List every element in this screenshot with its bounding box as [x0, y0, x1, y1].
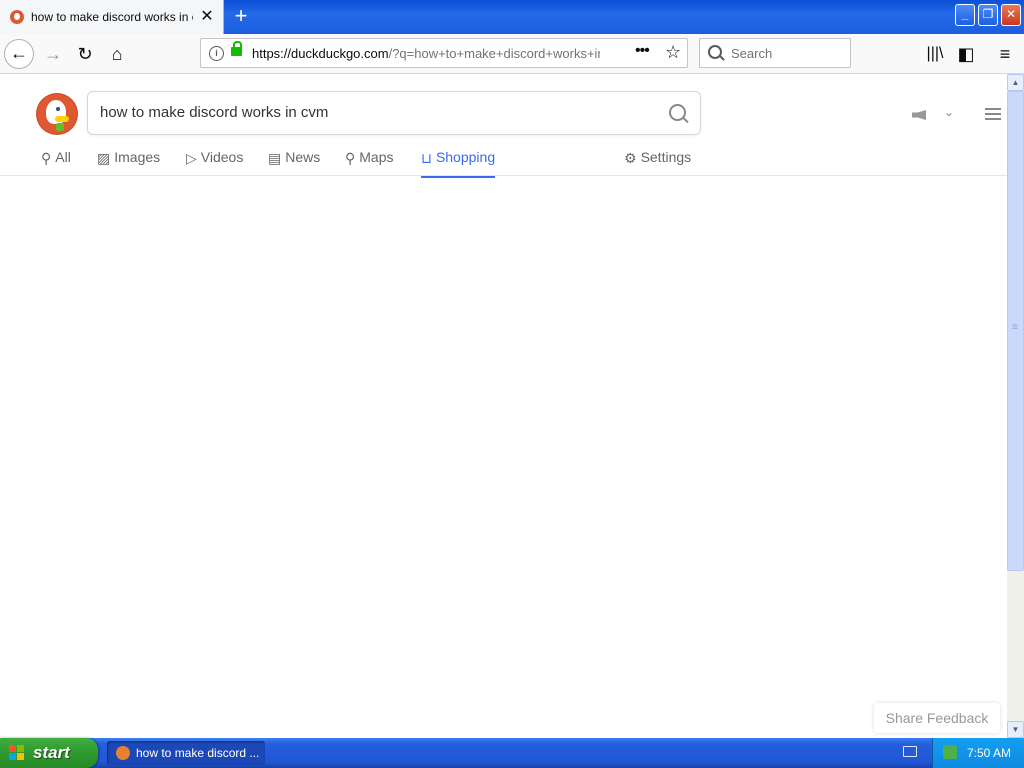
bookmark-star-icon[interactable]: ☆ [665, 42, 681, 63]
tab-news[interactable]: ▤ News [268, 149, 320, 177]
map-pin-icon: ⚲ [345, 151, 356, 167]
vertical-scrollbar[interactable]: ▲ ▼ [1007, 74, 1024, 738]
flag-yellow [17, 753, 24, 760]
tab-label: Maps [359, 149, 394, 165]
reload-button[interactable]: ↻ [70, 39, 100, 69]
page-menu-icon[interactable] [985, 108, 1001, 120]
duck-eye [56, 107, 60, 111]
search-query-text: how to make discord works in cvm [100, 104, 329, 121]
site-info-icon[interactable]: i [209, 46, 224, 61]
tab-label: All [55, 149, 71, 165]
windows-logo-icon [9, 745, 25, 761]
keyboard-icon[interactable] [903, 746, 917, 757]
navigation-toolbar: ← → ↻ ⌂ i https://duckduckgo.com/?q=how+… [0, 34, 1024, 74]
minimize-button[interactable]: _ [955, 4, 975, 26]
image-icon: ▨ [97, 151, 111, 167]
back-button[interactable]: ← [4, 39, 34, 69]
browser-tab[interactable]: how to make discord works in cvm ✕ [0, 0, 224, 34]
duckduckgo-favicon-icon [10, 10, 24, 24]
taskbar-item-label: how to make discord ... [136, 746, 260, 760]
home-button[interactable]: ⌂ [102, 39, 132, 69]
url-path: /?q=how+to+make+discord+works+in+cvm [388, 46, 600, 61]
tab-title: how to make discord works in cvm [31, 10, 193, 24]
tab-label: Videos [200, 149, 244, 165]
search-icon [708, 45, 722, 59]
secure-lock-icon[interactable] [231, 41, 242, 56]
play-icon: ▷ [186, 151, 197, 167]
network-icon[interactable] [943, 745, 957, 759]
start-button[interactable]: start [0, 738, 98, 768]
megaphone-shape [912, 110, 926, 120]
page-content: how to make discord works in cvm ⌄ ⚲ All … [0, 74, 1007, 738]
new-tab-button[interactable]: + [230, 5, 252, 27]
close-tab-icon[interactable]: ✕ [197, 7, 217, 27]
search-input[interactable]: how to make discord works in cvm [87, 91, 701, 135]
tab-images[interactable]: ▨ Images [97, 149, 160, 177]
scroll-thumb[interactable] [1007, 91, 1024, 571]
flag-red [9, 745, 16, 752]
flag-blue [9, 753, 16, 760]
search-submit-icon[interactable] [669, 104, 686, 121]
browser-title-bar: how to make discord works in cvm ✕ + _ ❐… [0, 0, 1024, 34]
browser-search-field[interactable]: Search [699, 38, 851, 68]
duck-beak [55, 116, 69, 122]
firefox-icon [116, 746, 130, 760]
page-actions-icon[interactable]: ••• [635, 42, 650, 60]
scroll-up-button[interactable]: ▲ [1007, 74, 1024, 91]
start-label: start [33, 743, 70, 762]
system-tray: 7:50 AM [932, 738, 1024, 768]
search-placeholder: Search [731, 46, 773, 61]
chevron-down-icon: ⌄ [944, 105, 955, 119]
sliders-icon: ⚙ [624, 151, 637, 167]
taskbar-item-browser[interactable]: how to make discord ... [107, 741, 265, 765]
tab-shopping[interactable]: ⊔ Shopping [421, 149, 496, 178]
share-feedback-button[interactable]: Share Feedback [874, 703, 1000, 733]
close-window-button[interactable]: ✕ [1001, 4, 1021, 26]
newspaper-icon: ▤ [268, 151, 282, 167]
url-host: https://duckduckgo.com [252, 46, 389, 61]
shopping-bag-icon: ⊔ [421, 151, 432, 167]
tab-label: Images [114, 149, 161, 165]
megaphone-icon[interactable]: ⌄ [912, 105, 954, 123]
tab-maps[interactable]: ⚲ Maps [345, 149, 394, 177]
address-bar[interactable]: i https://duckduckgo.com/?q=how+to+make+… [200, 38, 688, 68]
scroll-down-button[interactable]: ▼ [1007, 721, 1024, 738]
flag-green [17, 745, 24, 752]
duckduckgo-logo[interactable] [37, 94, 77, 134]
duck-tie [56, 123, 64, 131]
tab-label: Shopping [435, 149, 496, 165]
search-icon: ⚲ [41, 151, 52, 167]
tab-videos[interactable]: ▷ Videos [186, 149, 243, 177]
header-divider [0, 175, 1007, 176]
tab-label: Settings [640, 149, 692, 165]
forward-button[interactable]: → [38, 39, 68, 69]
maximize-button[interactable]: ❐ [978, 4, 998, 26]
tab-settings[interactable]: ⚙ Settings [624, 149, 691, 177]
tab-label: News [285, 149, 321, 165]
windows-taskbar: start how to make discord ... 7:50 AM [0, 738, 1024, 768]
clock: 7:50 AM [967, 746, 1012, 760]
hamburger-menu-icon[interactable]: ≡ [990, 39, 1020, 69]
tab-all[interactable]: ⚲ All [41, 149, 71, 177]
sidebar-icon[interactable]: ◧ [951, 39, 981, 69]
url-text[interactable]: https://duckduckgo.com/?q=how+to+make+di… [252, 46, 600, 62]
library-icon[interactable]: |||\ [920, 39, 950, 69]
